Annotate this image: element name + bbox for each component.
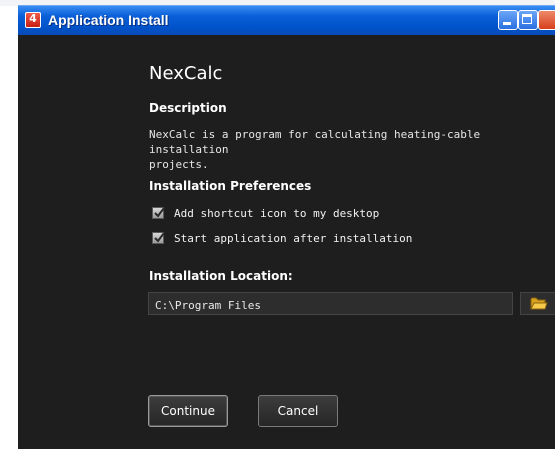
continue-button[interactable]: Continue xyxy=(148,395,228,427)
start-after-install-label: Start application after installation xyxy=(174,231,413,245)
adobe-air-icon xyxy=(25,12,41,28)
close-icon[interactable] xyxy=(538,10,555,30)
window-title: Application Install xyxy=(48,12,169,28)
start-after-install-checkbox[interactable] xyxy=(152,232,165,244)
start-after-install-option[interactable]: Start application after installation xyxy=(152,230,412,246)
checkmark-icon xyxy=(154,207,165,218)
cancel-button[interactable]: Cancel xyxy=(258,395,338,427)
location-heading: Installation Location: xyxy=(149,269,293,283)
folder-icon xyxy=(530,297,548,310)
install-content: NexCalc Description NexCalc is a program… xyxy=(18,35,555,449)
checkmark-icon xyxy=(154,232,165,243)
shortcut-option[interactable]: Add shortcut icon to my desktop xyxy=(152,205,379,221)
preferences-heading: Installation Preferences xyxy=(149,179,312,193)
title-bar[interactable]: Application Install xyxy=(18,5,555,35)
location-input[interactable] xyxy=(148,292,513,315)
install-window: Application Install NexCalc Description … xyxy=(18,5,555,449)
shortcut-checkbox[interactable] xyxy=(152,207,165,219)
minimize-icon[interactable] xyxy=(498,10,518,30)
app-name: NexCalc xyxy=(149,63,223,84)
shortcut-label: Add shortcut icon to my desktop xyxy=(174,206,380,220)
maximize-icon[interactable] xyxy=(518,10,538,30)
description-heading: Description xyxy=(149,101,227,115)
description-text: NexCalc is a program for calculating hea… xyxy=(149,128,481,171)
browse-button[interactable] xyxy=(520,292,555,315)
